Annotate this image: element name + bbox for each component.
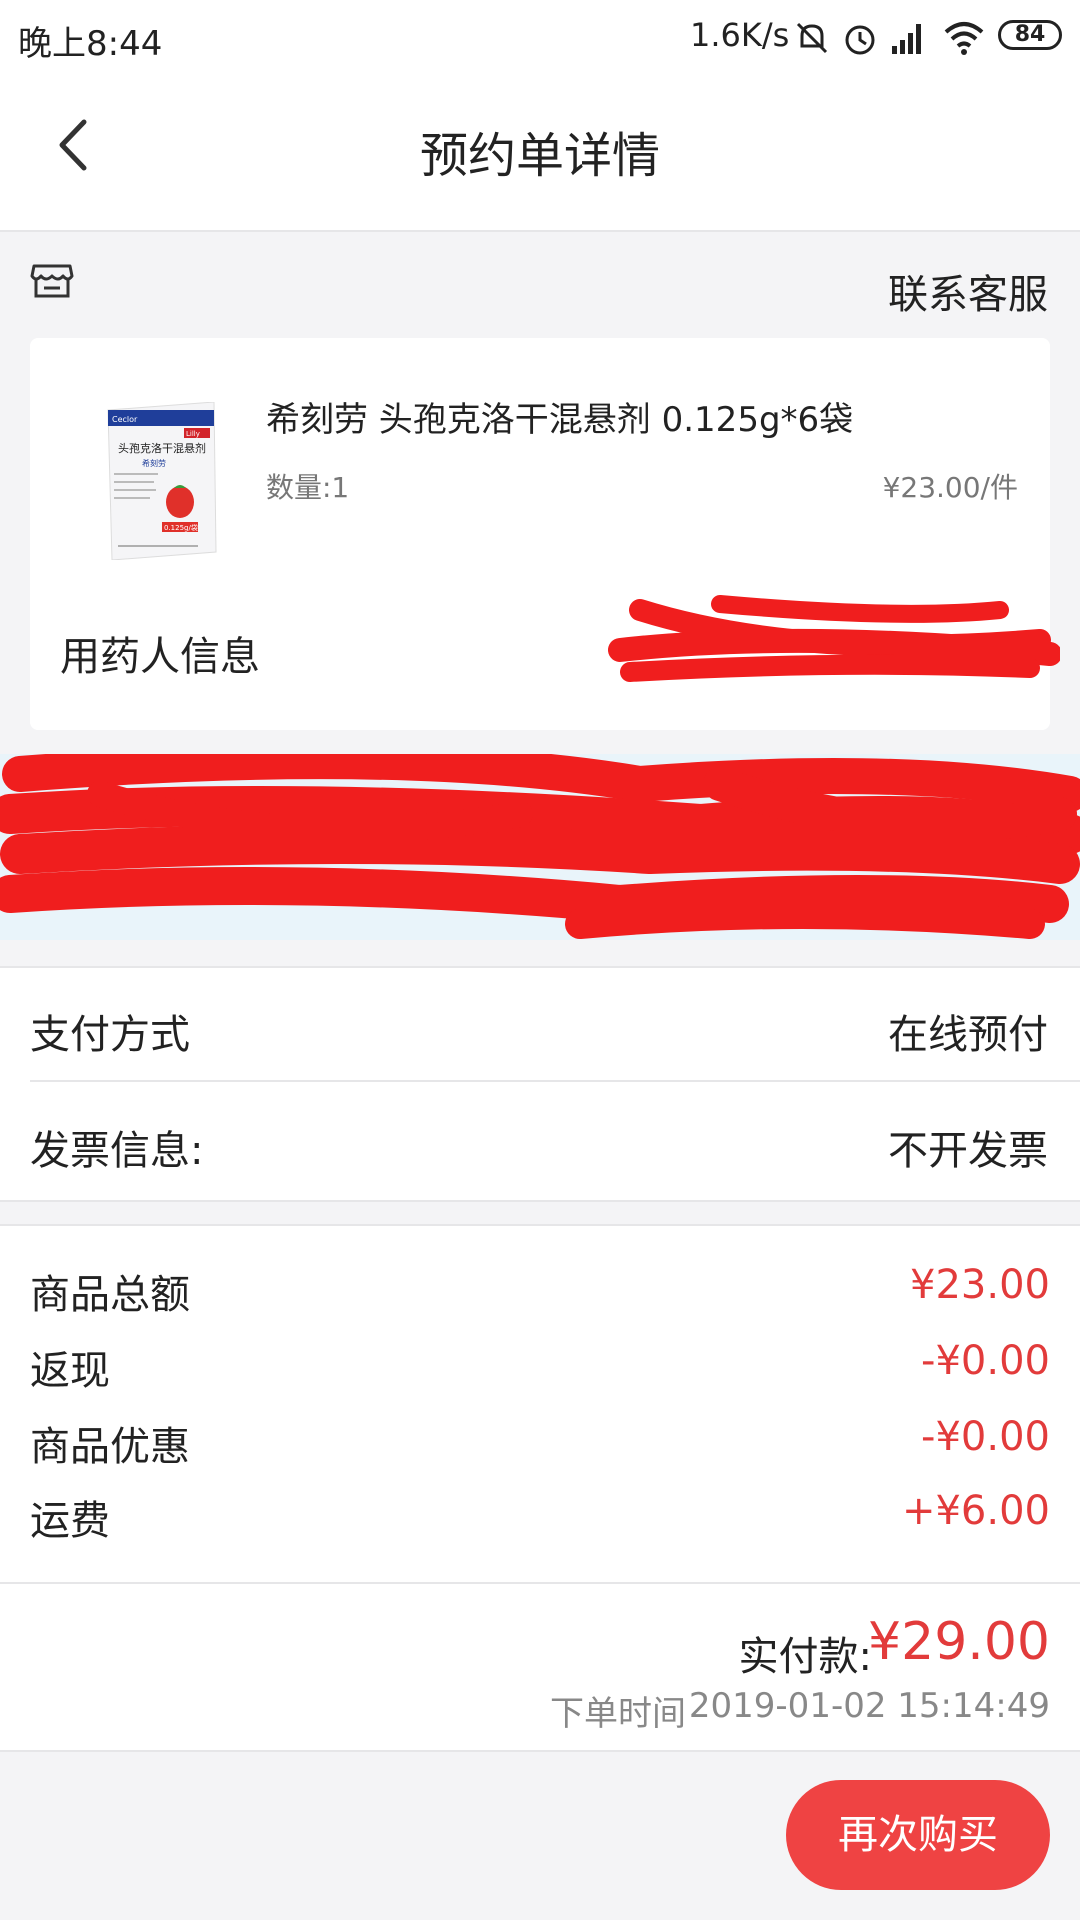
mute-bell-icon (796, 22, 828, 54)
divider (30, 1080, 1080, 1082)
image-name-cn: 希刻劳 (142, 458, 166, 468)
amount-paid-label: 实付款: (738, 1634, 872, 1680)
order-time-value: 2019-01-02 15:14:49 (688, 1686, 1050, 1726)
store-icon (30, 264, 74, 298)
product-unit-price: ¥23.00/件 (882, 471, 1018, 504)
image-maker-logo: Lilly (186, 430, 200, 438)
signal-icon (892, 24, 921, 54)
image-brand-top: Ceclor (112, 415, 138, 424)
product-quantity: 数量:1 (266, 471, 350, 504)
image-dose: 0.125g/袋 (164, 523, 198, 532)
network-speed: 1.6K/s (690, 16, 790, 54)
order-time-label: 下单时间 (550, 1694, 686, 1734)
shipping-value: +¥6.00 (901, 1488, 1050, 1534)
page-title: 预约单详情 (419, 128, 660, 184)
cashback-label: 返现 (30, 1348, 110, 1394)
discount-label: 商品优惠 (30, 1424, 190, 1470)
patient-info-label: 用药人信息 (60, 634, 260, 680)
payment-method-label: 支付方式 (30, 1012, 190, 1058)
invoice-label: 发票信息: (30, 1128, 204, 1174)
redaction-scribble (0, 754, 1080, 939)
buy-again-button[interactable]: 再次购买 (786, 1780, 1050, 1890)
subtotal-value: ¥23.00 (910, 1262, 1050, 1308)
image-title: 头孢克洛干混悬剂 (118, 441, 206, 455)
status-time: 晚上8:44 (18, 24, 163, 64)
shipping-label: 运费 (30, 1498, 110, 1544)
alarm-clock-icon (845, 25, 875, 55)
discount-value: -¥0.00 (921, 1414, 1050, 1460)
product-name[interactable]: 希刻劳 头孢克洛干混悬剂 0.125g*6袋 (266, 392, 853, 441)
divider (0, 1582, 1080, 1584)
battery-icon: 84 (998, 20, 1062, 50)
patient-info-redaction (608, 595, 1060, 682)
subtotal-label: 商品总额 (30, 1272, 190, 1318)
amount-paid-value: ¥29.00 (868, 1612, 1050, 1672)
cashback-value: -¥0.00 (921, 1338, 1050, 1384)
redacted-address-banner (0, 754, 1080, 940)
wifi-icon (944, 22, 984, 55)
product-image[interactable]: Ceclor Lilly 头孢克洛干混悬剂 希刻劳 0.125g/袋 (98, 402, 224, 560)
contact-customer-service-link[interactable]: 联系客服 (888, 262, 1048, 320)
payment-method-value: 在线预付 (888, 1012, 1048, 1058)
invoice-value: 不开发票 (888, 1128, 1048, 1174)
